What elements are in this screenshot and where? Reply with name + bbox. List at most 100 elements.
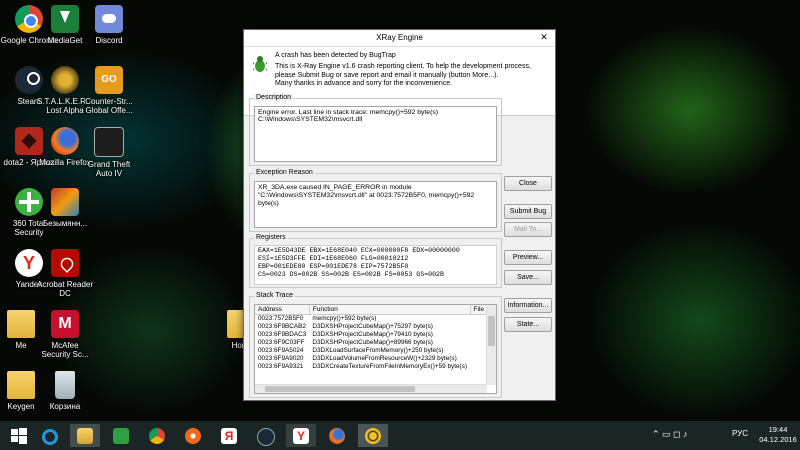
desktop-icon-acrobat[interactable]: Acrobat Reader DC	[36, 249, 94, 298]
game-icon	[185, 428, 201, 444]
stack-vertical-scrollbar[interactable]	[486, 305, 496, 385]
window-close-button[interactable]: ✕	[537, 32, 551, 43]
table-row[interactable]: 0023:6F9A9321 D3DXCreateTextureFromFileIn…	[255, 363, 486, 371]
registers-label: Registers	[254, 234, 288, 241]
recycle-bin-icon	[55, 371, 75, 399]
taskbar-explorer[interactable]	[70, 424, 100, 447]
desktop-icon-label: Discord	[95, 36, 123, 45]
table-row[interactable]: 0023:6F9A5024 D3DXLoadSurfaceFromMemory()…	[255, 347, 486, 355]
preview-button[interactable]: Preview...	[504, 250, 552, 265]
table-row[interactable]: 0023:6F9BDAC3 D3DXSHProjectCubeMap()+7941…	[255, 331, 486, 339]
chrome-icon	[149, 428, 165, 444]
row-address: 0023:6F9A5024	[258, 347, 304, 354]
register-line: CS=0023 DS=002B SS=002B ES=002B FS=0053 …	[258, 271, 444, 278]
clock-time: 19:44	[768, 425, 788, 434]
registers-group: Registers EAX=1E5D43DE EBX=1E68E040 ECX=…	[249, 234, 502, 288]
folder-icon	[7, 371, 35, 399]
stack-trace-table: Address Function File 0023:7572B5F0 memcp…	[255, 305, 486, 371]
register-line: ESI=1E5D3FFE EDI=1E68E060 FLG=00010212	[258, 255, 409, 262]
crash-message: This is X-Ray Engine v1.6 crash reportin…	[275, 63, 550, 89]
windows-start-icon	[11, 428, 27, 444]
crash-heading: A crash has been detected by BugTrap	[275, 52, 396, 59]
start-button[interactable]	[4, 424, 34, 447]
steam-icon	[257, 428, 275, 446]
description-label: Description	[254, 94, 294, 101]
registers-text[interactable]: EAX=1E5D43DE EBX=1E68E040 ECX=000000F8 E…	[254, 245, 497, 285]
submit-bug-button[interactable]: Submit Bug	[504, 204, 552, 219]
scrollbar-thumb[interactable]	[265, 386, 415, 392]
row-function: D3DXSHProjectCubeMap()+89966 byte(s)	[312, 339, 433, 346]
desktop-icon-label: Counter-Str... Global Offe...	[85, 97, 133, 115]
stalker-icon	[51, 66, 79, 94]
acrobat-icon	[51, 249, 79, 277]
row-function: D3DXSHProjectCubeMap()+75297 byte(s)	[312, 323, 433, 330]
column-header-address[interactable]: Address	[255, 305, 310, 315]
desktop-icon-label: Безымянн...	[42, 219, 88, 228]
store-icon	[113, 428, 129, 444]
information-button[interactable]: Information...	[504, 298, 552, 313]
row-function: D3DXSHProjectCubeMap()+79410 byte(s)	[312, 331, 433, 338]
desktop-icon-label: Acrobat Reader DC	[36, 280, 94, 298]
taskbar-yandex[interactable]: Я	[214, 424, 244, 447]
row-function: D3DXLoadVolumeFromResourceW()+2329 byte(…	[312, 355, 457, 362]
table-row[interactable]: 0023:6F9BCAB2 D3DXSHProjectCubeMap()+7529…	[255, 323, 486, 331]
row-function: memcpy()+592 byte(s)	[312, 315, 377, 322]
register-line: EBP=001EDE80 ESP=001EDE78 EIP=7572B5F0	[258, 263, 409, 270]
table-row[interactable]: 0023:7572B5F0 memcpy()+592 byte(s)	[255, 315, 486, 324]
taskbar-yandex-browser[interactable]: Y	[286, 424, 316, 447]
folder-icon	[7, 310, 35, 338]
row-address: 0023:6F9C03FF	[258, 339, 305, 346]
title-bar[interactable]: XRay Engine ✕	[244, 30, 555, 47]
csgo-icon: GO	[95, 66, 123, 94]
desktop-icon-csgo[interactable]: GO Counter-Str... Global Offe...	[80, 66, 138, 115]
scrollbar-thumb[interactable]	[488, 316, 495, 346]
taskbar-chrome[interactable]	[142, 424, 172, 447]
yandex-browser-icon: Y	[293, 428, 309, 444]
gta-icon	[94, 127, 124, 157]
row-address: 0023:6F9BDAC3	[258, 331, 307, 338]
close-button[interactable]: Close	[504, 176, 552, 191]
desktop-icon-label: McAfee Security Sc...	[41, 341, 89, 359]
desktop-icon-label: Grand Theft Auto IV	[87, 160, 131, 178]
taskbar-game[interactable]	[178, 424, 208, 447]
mediaget-icon	[51, 5, 79, 33]
clock[interactable]: 19:44 04.12.2016	[758, 425, 798, 445]
stack-trace-group: Stack Trace Address Function File 0023:7…	[249, 292, 502, 398]
desktop-icon-image-file[interactable]: Безымянн...	[36, 188, 94, 228]
column-header-file[interactable]: File	[470, 305, 486, 315]
taskbar: Я Y ⌃ ▭ ◻ ♪ РУС 19:44 04.12.2016	[0, 421, 800, 450]
image-file-icon	[51, 188, 79, 216]
row-address: 0023:6F9BCAB2	[258, 323, 306, 330]
bug-icon	[253, 56, 267, 72]
exception-label: Exception Reason	[254, 169, 315, 176]
description-text[interactable]: Engine error. Last line in stack trace: …	[254, 106, 497, 162]
table-row[interactable]: 0023:6F9A9020 D3DXLoadVolumeFromResourceW…	[255, 355, 486, 363]
taskbar-firefox[interactable]	[322, 424, 352, 447]
desktop-icon-gta[interactable]: Grand Theft Auto IV	[80, 127, 138, 178]
stack-trace-list[interactable]: Address Function File 0023:7572B5F0 memcp…	[254, 304, 497, 394]
exception-text[interactable]: XR_3DA.exe caused IN_PAGE_ERROR in modul…	[254, 181, 497, 228]
table-row[interactable]: 0023:6F9C03FF D3DXSHProjectCubeMap()+8996…	[255, 339, 486, 347]
discord-icon	[95, 5, 123, 33]
column-header-function[interactable]: Function	[309, 305, 471, 315]
firefox-icon	[329, 428, 345, 444]
language-indicator[interactable]: РУС	[732, 429, 748, 438]
desktop-icon-label: Корзина	[49, 402, 81, 411]
desktop-icon-discord[interactable]: Discord	[80, 5, 138, 45]
taskbar-ie[interactable]	[34, 424, 64, 447]
desktop-icon-recycle-bin[interactable]: Корзина	[36, 371, 94, 411]
mcafee-icon: M	[51, 310, 79, 338]
state-button[interactable]: State...	[504, 317, 552, 332]
mail-to-button[interactable]: Mail To...	[504, 222, 552, 237]
save-button[interactable]: Save...	[504, 270, 552, 285]
stack-horizontal-scrollbar[interactable]	[255, 384, 487, 393]
taskbar-xray-engine[interactable]	[358, 424, 388, 447]
ie-icon	[42, 429, 58, 445]
desktop-icon-mcafee[interactable]: M McAfee Security Sc...	[36, 310, 94, 359]
taskbar-steam[interactable]	[250, 424, 280, 447]
xray-engine-icon	[365, 428, 381, 444]
tray-icons[interactable]: ⌃ ▭ ◻ ♪	[652, 429, 688, 440]
taskbar-store[interactable]	[106, 424, 136, 447]
registers-lines: EAX=1E5D43DE EBX=1E68E040 ECX=000000F8 E…	[255, 246, 496, 280]
explorer-icon	[77, 428, 93, 444]
